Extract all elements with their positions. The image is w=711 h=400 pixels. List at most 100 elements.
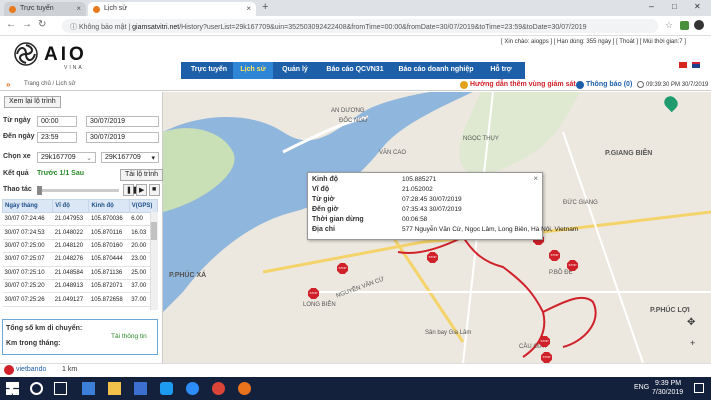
close-window-button[interactable]: ✕ [694,2,701,11]
address-bar: ← → ↻ ⓘ Không bảo mật | giamsatvitri.net… [0,16,711,36]
zoom-in-icon[interactable]: + [690,338,695,348]
menu-truc-tuyen[interactable]: Trực tuyến [185,62,233,79]
vietbando-logo-icon [4,365,14,375]
zoom-app-icon[interactable] [186,382,199,395]
user-info-bar[interactable]: [ Xin chào: aiogps ] [ Hạn dùng: 355 ngà… [501,39,686,45]
file-explorer-icon[interactable] [108,382,121,395]
task-view-icon[interactable] [54,382,67,395]
favicon-icon [93,6,100,13]
windows-start-icon[interactable] [6,382,19,395]
main-menu: Trực tuyến Lịch sử Quản lý Báo cáo QCVN3… [181,62,525,79]
breadcrumb[interactable]: Trang chủ / Lịch sử [24,81,75,87]
profile-avatar[interactable] [694,20,704,30]
collapse-icon[interactable]: » [6,80,10,89]
stop-marker[interactable]: STOP [539,336,550,347]
language-indicator[interactable]: ENG [634,384,649,391]
close-tab-icon[interactable]: × [76,4,81,13]
from-time-input[interactable]: 00:00 [37,116,77,127]
table-row[interactable]: 30/07 07:25:00 21.048120 105.870160 20.00 [2,239,158,254]
popup-value: 21.052002 [402,186,433,193]
url-input[interactable]: ⓘ Không bảo mật | giamsatvitri.net/Histo… [62,19,658,33]
table-scrollbar-thumb[interactable] [151,222,157,240]
vehicle-label: Chọn xe [3,153,31,160]
stop-marker[interactable]: STOP [567,260,578,271]
to-time-input[interactable]: 23:59 [37,132,77,143]
stop-marker[interactable]: STOP [541,352,552,363]
tab-truc-tuyen[interactable]: Trực tuyến × [4,2,86,16]
map-label: ĐỨC GIANG [563,200,598,206]
pause-button[interactable]: ❚❚ [123,184,138,196]
playback-slider[interactable] [37,189,119,192]
notifications-link[interactable]: Thông báo (0) [586,81,632,88]
table-row[interactable]: 30/07 07:24:46 21.047953 105.870036 6.00 [2,212,158,227]
minimize-button[interactable]: – [649,1,654,11]
table-row[interactable]: 30/07 07:25:20 21.048913 105.872071 37.00 [2,279,158,294]
map-scale: 1 km [62,366,78,373]
pan-icon[interactable]: ✥ [687,317,695,328]
map-label: P.PHÚC LỢI [650,307,690,314]
menu-bao-cao-qcvn31[interactable]: Báo cáo QCVN31 [317,62,393,79]
footer-bar: vietbando 1 km [0,363,711,377]
favicon-icon [9,6,16,13]
extension-icon[interactable] [680,21,689,30]
dropdown-arrow-icon: ▾ [151,155,155,162]
close-popup-button[interactable]: × [533,174,538,183]
vehicle-input[interactable]: 29k167709 ⌄ [37,152,96,163]
clock-date[interactable]: 7/30/2019 [652,389,683,396]
app-icon[interactable] [238,382,251,395]
popup-value: 07:28:45 30/07/2019 [402,196,462,203]
logo-text: AIO [44,44,87,65]
to-date-input[interactable]: 30/07/2019 [86,132,159,143]
column-header[interactable]: Vĩ độ [52,199,90,213]
store-icon[interactable] [134,382,147,395]
column-header[interactable]: V(GPS) [128,199,159,213]
taskbar: ENG 9:39 PM 7/30/2019 [0,377,711,400]
menu-quan-ly[interactable]: Quản lý [273,62,317,79]
app-icon[interactable] [160,382,173,395]
reload-icon[interactable]: ↻ [38,19,46,30]
map-label: LONG BIÊN [303,302,336,308]
total-km-label: Tổng số km di chuyển: [6,325,83,332]
result-pager[interactable]: Trước 1/1 Sau [37,170,84,177]
notification-center-icon[interactable] [694,383,704,393]
download-info-link[interactable]: Tải thông tin [111,333,147,340]
logo-subtext: VINA [64,65,84,71]
stop-marker[interactable]: STOP [549,250,560,261]
menu-bao-cao-doanh-nghiep[interactable]: Báo cáo doanh nghiệp [393,62,479,79]
menu-lich-su[interactable]: Lịch sử [233,62,273,79]
table-row[interactable]: 30/07 07:24:53 21.048022 105.870116 16.03 [2,225,158,240]
playback-slider-handle[interactable] [37,186,42,195]
load-route-button[interactable]: Tải lộ trình [120,169,164,181]
table-row[interactable]: 30/07 07:25:10 21.048584 105.871136 25.00 [2,266,158,280]
maximize-button[interactable]: □ [672,2,677,11]
view-route-tab[interactable]: Xem lại lộ trình [4,96,61,108]
from-date-input[interactable]: 30/07/2019 [86,116,159,127]
star-icon[interactable]: ☆ [665,20,673,31]
help-link[interactable]: Hướng dẫn thêm vùng giám sát [470,81,576,88]
logo-swirl-icon [14,42,38,66]
table-row[interactable]: 30/07 07:25:07 21.048276 105.870444 23.00 [2,252,158,267]
tab-lich-su[interactable]: Lịch sử × [88,2,256,16]
popup-label: Địa chỉ [312,226,335,233]
close-tab-icon[interactable]: × [246,4,251,13]
to-date-label: Đến ngày [3,133,35,140]
search-icon[interactable] [30,382,43,395]
current-datetime: 09:39:30 PM 30/7/2019 [646,82,709,88]
column-header[interactable]: Kinh độ [88,199,130,213]
chrome-icon[interactable] [212,382,225,395]
url-host: giamsatvitri.net [132,24,180,31]
new-tab-button[interactable]: + [262,1,268,13]
forward-icon[interactable]: → [22,19,32,30]
table-row[interactable]: 30/07 07:25:26 21.049127 105.872658 37.00 [2,292,158,307]
from-date-label: Từ ngày [3,117,31,124]
menu-ho-tro[interactable]: Hỗ trợ [479,62,523,79]
flag-vn-icon[interactable] [679,62,687,68]
flag-en-icon[interactable] [692,62,700,68]
edge-icon[interactable] [82,382,95,395]
play-button[interactable]: ▶ [136,184,147,196]
back-icon[interactable]: ← [6,19,16,30]
vehicle-select[interactable]: 29K167709 ▾ [101,152,159,163]
stop-button[interactable]: ■ [149,184,160,196]
column-header[interactable]: Ngày tháng [1,199,54,213]
clock-time[interactable]: 9:39 PM [655,380,681,387]
